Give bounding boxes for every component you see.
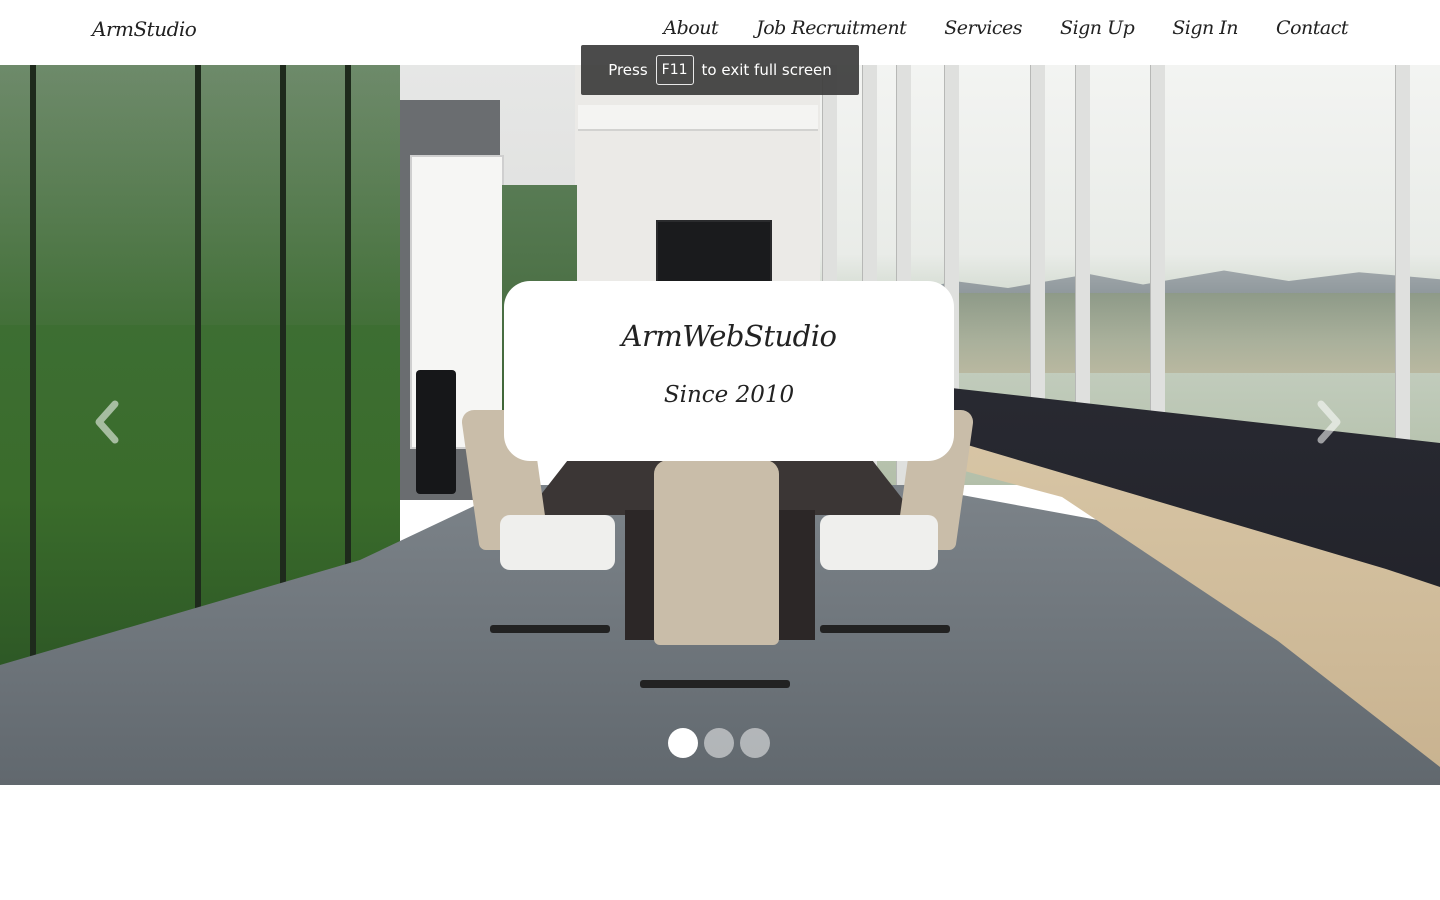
toast-key: F11: [655, 55, 694, 85]
carousel-prev-button[interactable]: [88, 400, 128, 450]
nav-links: About Job Recruitment Services Sign Up S…: [663, 17, 1348, 39]
carousel-indicator-3[interactable]: [740, 728, 770, 758]
carousel-indicator-1[interactable]: [668, 728, 698, 758]
nav-link-sign-up[interactable]: Sign Up: [1060, 17, 1135, 39]
carousel-indicator-2[interactable]: [704, 728, 734, 758]
nav-link-sign-in[interactable]: Sign In: [1172, 17, 1238, 39]
nav-link-job-recruitment[interactable]: Job Recruitment: [756, 17, 907, 39]
hero-carousel: ArmWebStudio Since 2010: [0, 65, 1440, 785]
chevron-right-icon: [1317, 400, 1341, 444]
toast-press-text: Press: [608, 61, 648, 79]
carousel-caption: ArmWebStudio Since 2010: [504, 281, 954, 461]
brand-logo[interactable]: ArmStudio: [92, 17, 197, 41]
toast-suffix-text: to exit full screen: [701, 61, 832, 79]
nav-link-contact[interactable]: Contact: [1276, 17, 1348, 39]
carousel-next-button[interactable]: [1308, 400, 1348, 450]
nav-link-services[interactable]: Services: [944, 17, 1022, 39]
chevron-left-icon: [95, 400, 119, 444]
nav-link-about[interactable]: About: [663, 17, 718, 39]
caption-title: ArmWebStudio: [621, 319, 837, 353]
fullscreen-toast: Press F11 to exit full screen: [581, 45, 859, 95]
caption-subtitle: Since 2010: [663, 382, 795, 408]
carousel-indicators: [668, 728, 770, 758]
